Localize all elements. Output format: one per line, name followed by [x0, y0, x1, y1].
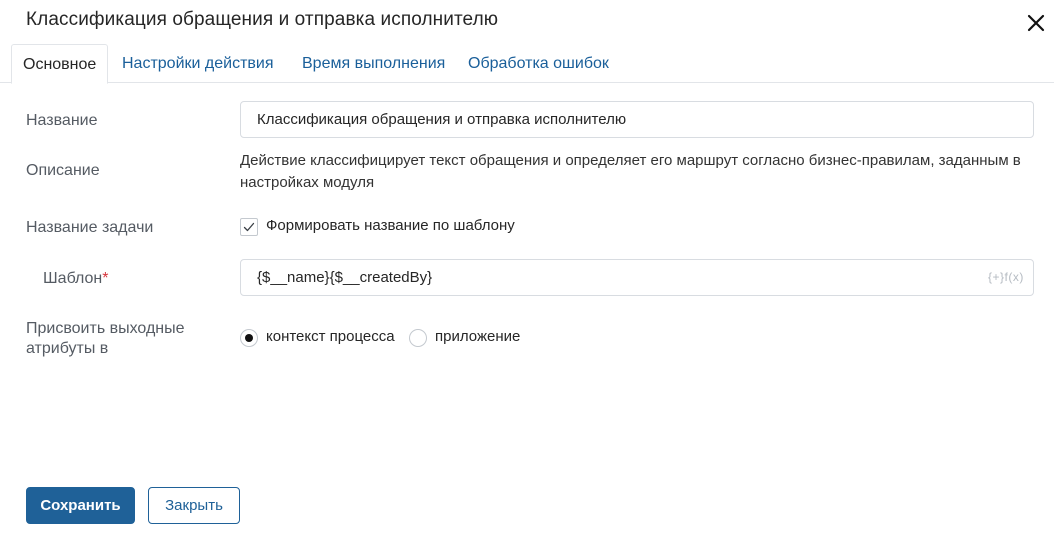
save-button[interactable]: Сохранить [26, 487, 135, 524]
tab-execution-time[interactable]: Время выполнения [302, 44, 445, 83]
close-icon [1027, 14, 1045, 32]
name-label: Название [26, 112, 98, 129]
radio-application[interactable] [409, 329, 427, 347]
assign-label-line1: Присвоить выходные [26, 320, 185, 337]
template-checkbox-label: Формировать название по шаблону [266, 217, 515, 234]
close-button[interactable]: Закрыть [148, 487, 240, 524]
close-dialog-button[interactable] [1024, 11, 1048, 35]
radio-process-context[interactable] [240, 329, 258, 347]
task-name-label: Название задачи [26, 219, 154, 236]
radio-application-label: приложение [435, 328, 521, 345]
dialog-title: Классификация обращения и отправка испол… [26, 9, 499, 30]
template-label: Шаблон* [43, 269, 109, 289]
name-input[interactable]: Классификация обращения и отправка испол… [240, 101, 1034, 138]
required-mark: * [102, 270, 109, 287]
tab-main[interactable]: Основное [11, 44, 109, 84]
template-checkbox[interactable] [240, 218, 258, 236]
tab-action-settings[interactable]: Настройки действия [122, 44, 274, 83]
radio-process-context-label: контекст процесса [266, 328, 395, 345]
assign-label-line2: атрибуты в [26, 340, 109, 357]
template-input[interactable]: {$__name}{$__createdBy} [240, 259, 1034, 296]
tab-error-handling[interactable]: Обработка ошибок [468, 44, 609, 83]
description-label: Описание [26, 162, 100, 179]
insert-variable-function-icon[interactable]: {+}f(x) [988, 270, 1024, 284]
template-label-text: Шаблон [43, 270, 103, 287]
description-text: Действие классифицирует текст обращения … [240, 152, 1021, 191]
tab-bar: Основное Настройки действия Время выполн… [0, 44, 1054, 84]
check-icon [243, 222, 255, 232]
